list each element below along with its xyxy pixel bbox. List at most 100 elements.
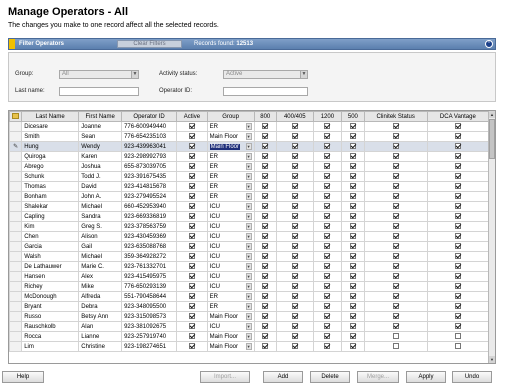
- instrument-cell[interactable]: [426, 161, 490, 172]
- operator-id-cell[interactable]: 923-415495975: [121, 271, 178, 282]
- group-cell[interactable]: ICU ▼: [206, 251, 255, 262]
- instrument-cell[interactable]: [363, 221, 428, 232]
- active-checkbox[interactable]: [188, 193, 195, 200]
- instrument-checkbox[interactable]: [324, 233, 331, 240]
- operator-id-cell[interactable]: 923-298992793: [121, 151, 178, 162]
- instrument-cell[interactable]: [275, 331, 314, 342]
- first-name-cell[interactable]: Betsy Ann: [78, 311, 123, 322]
- table-row[interactable]: Thomas David 923-414815678 ER ▼: [9, 181, 490, 192]
- instrument-checkbox[interactable]: [392, 333, 399, 340]
- chevron-down-icon[interactable]: ▼: [245, 323, 252, 330]
- instrument-cell[interactable]: [363, 321, 428, 332]
- instrument-checkbox[interactable]: [291, 243, 298, 250]
- instrument-cell[interactable]: [253, 311, 277, 322]
- instrument-checkbox[interactable]: [324, 223, 331, 230]
- active-cell[interactable]: [176, 331, 208, 342]
- operator-id-cell[interactable]: 776-654235103: [121, 131, 178, 142]
- active-cell[interactable]: [176, 211, 208, 222]
- instrument-checkbox[interactable]: [392, 303, 399, 310]
- table-row[interactable]: Richey Mike 776-650293139 ICU ▼: [9, 281, 490, 292]
- row-selector[interactable]: [9, 191, 23, 202]
- instrument-cell[interactable]: [426, 231, 490, 242]
- instrument-checkbox[interactable]: [454, 303, 461, 310]
- instrument-cell[interactable]: [275, 161, 314, 172]
- first-name-cell[interactable]: Gail: [78, 241, 123, 252]
- first-name-cell[interactable]: Alan: [78, 321, 123, 332]
- instrument-checkbox[interactable]: [291, 203, 298, 210]
- instrument-cell[interactable]: [341, 171, 365, 182]
- active-checkbox[interactable]: [188, 173, 195, 180]
- instrument-cell[interactable]: [363, 241, 428, 252]
- active-cell[interactable]: [176, 301, 208, 312]
- active-cell[interactable]: [176, 201, 208, 212]
- first-name-cell[interactable]: Lianne: [78, 331, 123, 342]
- row-selector[interactable]: [9, 181, 23, 192]
- instrument-cell[interactable]: [426, 331, 490, 342]
- instrument-cell[interactable]: [363, 171, 428, 182]
- row-selector[interactable]: [9, 201, 23, 212]
- instrument-checkbox[interactable]: [291, 193, 298, 200]
- instrument-cell[interactable]: [426, 181, 490, 192]
- active-checkbox[interactable]: [188, 303, 195, 310]
- active-checkbox[interactable]: [188, 283, 195, 290]
- instrument-checkbox[interactable]: [349, 293, 356, 300]
- instrument-checkbox[interactable]: [324, 323, 331, 330]
- instrument-checkbox[interactable]: [349, 243, 356, 250]
- instrument-checkbox[interactable]: [349, 153, 356, 160]
- instrument-cell[interactable]: [312, 261, 343, 272]
- instrument-checkbox[interactable]: [291, 163, 298, 170]
- instrument-cell[interactable]: [341, 121, 365, 132]
- instrument-cell[interactable]: [341, 291, 365, 302]
- instrument-checkbox[interactable]: [291, 313, 298, 320]
- instrument-cell[interactable]: [426, 301, 490, 312]
- instrument-checkbox[interactable]: [349, 333, 356, 340]
- delete-button[interactable]: Delete: [310, 371, 350, 383]
- first-name-cell[interactable]: John A.: [78, 191, 123, 202]
- instrument-cell[interactable]: [275, 211, 314, 222]
- first-name-cell[interactable]: Joanne: [78, 121, 123, 132]
- instrument-checkbox[interactable]: [454, 343, 461, 350]
- instrument-cell[interactable]: [426, 141, 490, 152]
- chevron-down-icon[interactable]: ▼: [245, 223, 252, 230]
- row-selector[interactable]: [9, 211, 23, 222]
- instrument-cell[interactable]: [363, 331, 428, 342]
- instrument-cell[interactable]: [312, 241, 343, 252]
- table-row[interactable]: Shalekar Michael 660-452953940 ICU ▼: [9, 201, 490, 212]
- group-cell[interactable]: ER ▼: [206, 151, 255, 162]
- instrument-cell[interactable]: [275, 251, 314, 262]
- group-cell[interactable]: ICU ▼: [206, 241, 255, 252]
- active-cell[interactable]: [176, 221, 208, 232]
- instrument-cell[interactable]: [341, 251, 365, 262]
- instrument-cell[interactable]: [275, 321, 314, 332]
- instrument-cell[interactable]: [275, 151, 314, 162]
- last-name-cell[interactable]: Schunk: [21, 171, 80, 182]
- active-cell[interactable]: [176, 281, 208, 292]
- instrument-checkbox[interactable]: [262, 323, 269, 330]
- select-all-header[interactable]: [9, 111, 23, 122]
- table-row[interactable]: Hansen Alex 923-415495975 ICU ▼: [9, 271, 490, 282]
- last-name-cell[interactable]: Bonham: [21, 191, 80, 202]
- instrument-cell[interactable]: [312, 211, 343, 222]
- instrument-cell[interactable]: [426, 271, 490, 282]
- instrument-checkbox[interactable]: [392, 273, 399, 280]
- instrument-checkbox[interactable]: [291, 233, 298, 240]
- instrument-checkbox[interactable]: [324, 183, 331, 190]
- first-name-cell[interactable]: Mike: [78, 281, 123, 292]
- instrument-checkbox[interactable]: [262, 273, 269, 280]
- instrument-checkbox[interactable]: [349, 213, 356, 220]
- instrument-checkbox[interactable]: [392, 193, 399, 200]
- instrument-cell[interactable]: [312, 321, 343, 332]
- instrument-checkbox[interactable]: [392, 123, 399, 130]
- instrument-cell[interactable]: [341, 211, 365, 222]
- chevron-down-icon[interactable]: ▼: [245, 263, 252, 270]
- instrument-cell[interactable]: [363, 291, 428, 302]
- instrument-checkbox[interactable]: [454, 233, 461, 240]
- instrument-cell[interactable]: [363, 201, 428, 212]
- operator-id-cell[interactable]: 923-381092675: [121, 321, 178, 332]
- first-name-cell[interactable]: Todd J.: [78, 171, 123, 182]
- instrument-cell[interactable]: [275, 181, 314, 192]
- instrument-checkbox[interactable]: [454, 163, 461, 170]
- group-cell[interactable]: ICU ▼: [206, 211, 255, 222]
- group-cell[interactable]: Main Floor ▼: [206, 311, 255, 322]
- instrument-checkbox[interactable]: [324, 343, 331, 350]
